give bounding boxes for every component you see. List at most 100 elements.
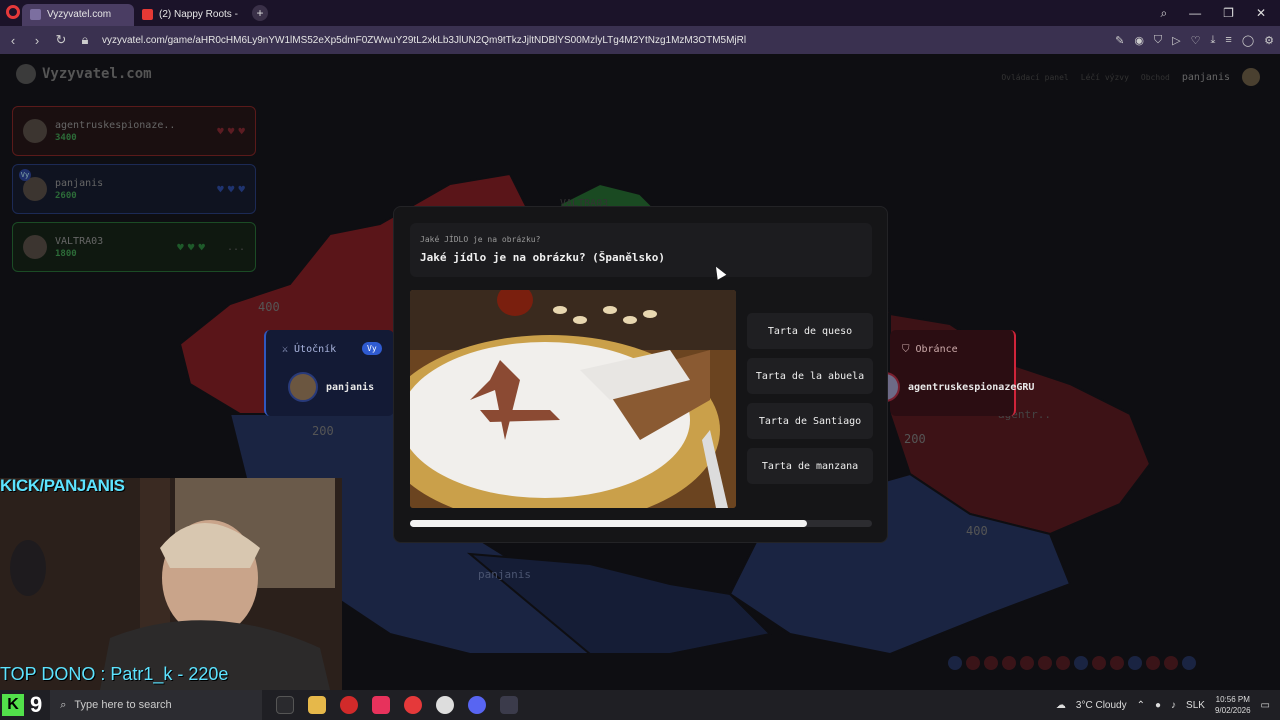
player-menu-button[interactable]: ... (227, 242, 245, 253)
player-list: agentruskespionaze.. 3400 ♥ ♥ ♥ Vy panjani… (12, 106, 256, 280)
tab-label: (2) Nappy Roots - Good D (159, 9, 238, 20)
opera-logo-icon[interactable] (6, 5, 20, 19)
file-explorer-icon[interactable] (308, 696, 327, 714)
opera-gx-icon[interactable] (340, 696, 359, 714)
edit-icon[interactable]: ✎ (1115, 34, 1124, 47)
speaker-icon[interactable]: ♪ (1171, 700, 1176, 711)
shield-icon[interactable]: ⛉ (1154, 34, 1162, 47)
opera-icon[interactable] (404, 696, 423, 714)
discord-icon[interactable] (468, 696, 487, 714)
task-view-icon[interactable] (276, 696, 295, 714)
attacker-label: Útočník (294, 344, 337, 355)
top-donor-label: TOP DONO : Patr1_k - 220e (0, 664, 229, 684)
mic-icon[interactable]: ● (1155, 700, 1161, 711)
question-category: Jaké JÍDLO je na obrázku? (420, 235, 541, 244)
round-indicators (948, 656, 1196, 670)
notification-icon[interactable]: ▭ (1261, 700, 1270, 711)
app-icon[interactable] (500, 696, 519, 714)
heart-icon: ♥ (227, 124, 235, 138)
camera-icon[interactable]: ◉ (1134, 34, 1144, 47)
obs-icon[interactable] (436, 696, 455, 714)
clock-date: 9/02/2026 (1214, 706, 1251, 715)
defender-title: ⛉ Obránce (902, 344, 958, 355)
player-score: 2600 (55, 190, 77, 201)
download-icon[interactable]: ⤓ (1211, 34, 1216, 47)
question-modal: Jaké JÍDLO je na obrázku? Jaké jídlo je … (393, 206, 888, 543)
heart-icon: ♥ (177, 240, 184, 254)
extensions-icon[interactable]: ⚙ (1264, 34, 1274, 47)
lives-hearts: ♥ ♥ ♥ (217, 125, 245, 138)
attacker-user: panjanis (288, 372, 374, 402)
avatar[interactable] (1242, 68, 1260, 86)
new-tab-button[interactable]: + (252, 5, 268, 21)
player-name: panjanis (55, 177, 104, 189)
answer-button[interactable]: Tarta de Santiago (747, 403, 873, 439)
timer-progress-fill (410, 520, 808, 527)
player-card: Vy panjanis 2600 ♥ ♥ ♥ (12, 164, 256, 214)
round-dot (966, 656, 980, 670)
header-link-panel[interactable]: Ovládací panel (1001, 73, 1068, 82)
taskbar-search[interactable]: ⌕ Type here to search (50, 690, 263, 720)
heart-icon: ♥ (217, 124, 224, 138)
webcam-overlay (0, 478, 342, 690)
player-name: VALTRA03 (55, 235, 104, 247)
tiktok-icon[interactable] (372, 696, 391, 714)
globe-icon (16, 64, 36, 84)
webcam-feed-illustration (0, 478, 342, 690)
shield-icon: ⛉ (902, 344, 910, 355)
defender-username: agentruskespionazeGRU (908, 381, 1035, 393)
region-value: 400 (258, 300, 280, 314)
header-username[interactable]: panjanis (1182, 72, 1230, 83)
youtube-icon (142, 9, 153, 20)
language-indicator[interactable]: SLK (1186, 700, 1205, 711)
reload-button[interactable]: ↻ (54, 32, 68, 48)
tab-vyzyvatel[interactable]: Vyzyvatel.com (22, 3, 134, 26)
menu-icon[interactable]: ≡ (1225, 34, 1231, 47)
profile-icon[interactable]: ◯ (1242, 34, 1254, 47)
answer-button[interactable]: Tarta de manzana (747, 448, 873, 484)
forward-button[interactable]: › (30, 33, 44, 48)
answer-button[interactable]: Tarta de queso (747, 313, 873, 349)
address-bar: ‹ › ↻ 🔒︎ vyzyvatel.com/game/aHR0cHM6Ly9n… (0, 26, 1280, 54)
heart-icon: ♥ (238, 182, 245, 196)
avatar (23, 119, 47, 143)
heart-icon[interactable]: ♡ (1191, 34, 1201, 47)
play-icon[interactable]: ▷ (1172, 34, 1180, 47)
region-owner-label: panjanis (478, 568, 531, 581)
back-button[interactable]: ‹ (6, 33, 20, 48)
round-dot (1056, 656, 1070, 670)
lives-hearts: ♥ ♥ ♥ (177, 241, 205, 254)
windows-taskbar: K 9 ⌕ Type here to search ☁ 3°C Cloudy ⌃… (0, 690, 1280, 720)
chevron-up-icon[interactable]: ⌃ (1137, 700, 1145, 711)
search-icon[interactable]: ⌕ (1160, 6, 1167, 21)
weather-text[interactable]: 3°C Cloudy (1076, 700, 1127, 711)
tab-youtube[interactable]: (2) Nappy Roots - Good D (134, 4, 246, 26)
player-name: agentruskespionaze.. (55, 119, 176, 131)
url-field[interactable]: vyzyvatel.com/game/aHR0cHM6Ly9nYW1lMS52e… (102, 35, 1105, 46)
player-card: VALTRA03 1800 ♥ ♥ ♥ ... (12, 222, 256, 272)
search-icon: ⌕ (60, 698, 67, 711)
you-badge: Vy (362, 342, 382, 355)
restore-button[interactable]: ❐ (1223, 6, 1234, 21)
tarta-photo-illustration (410, 290, 736, 508)
region-value: 200 (312, 424, 334, 438)
player-card: agentruskespionaze.. 3400 ♥ ♥ ♥ (12, 106, 256, 156)
question-text: Jaké jídlo je na obrázku? (Španělsko) (420, 251, 666, 264)
overlay-counter: 9 (30, 692, 43, 717)
header-link-challenges[interactable]: Léčí výzvy (1081, 73, 1129, 82)
taskbar-apps (276, 696, 519, 714)
cloud-icon: ☁ (1055, 699, 1066, 711)
region-value: 200 (904, 432, 926, 446)
round-dot (1038, 656, 1052, 670)
header-link-shop[interactable]: Obchod (1141, 73, 1170, 82)
close-button[interactable]: ✕ (1256, 6, 1266, 21)
clock-time: 10:56 PM (1215, 695, 1250, 704)
site-logo[interactable]: Vyzyvatel.com (16, 64, 152, 84)
avatar (23, 235, 47, 259)
minimize-button[interactable]: — (1189, 6, 1201, 21)
clock[interactable]: 10:56 PM 9/02/2026 (1215, 694, 1251, 716)
answer-button[interactable]: Tarta de la abuela (747, 358, 873, 394)
heart-icon: ♥ (238, 124, 245, 138)
round-dot (1146, 656, 1160, 670)
sword-icon: ⚔ (282, 344, 289, 355)
